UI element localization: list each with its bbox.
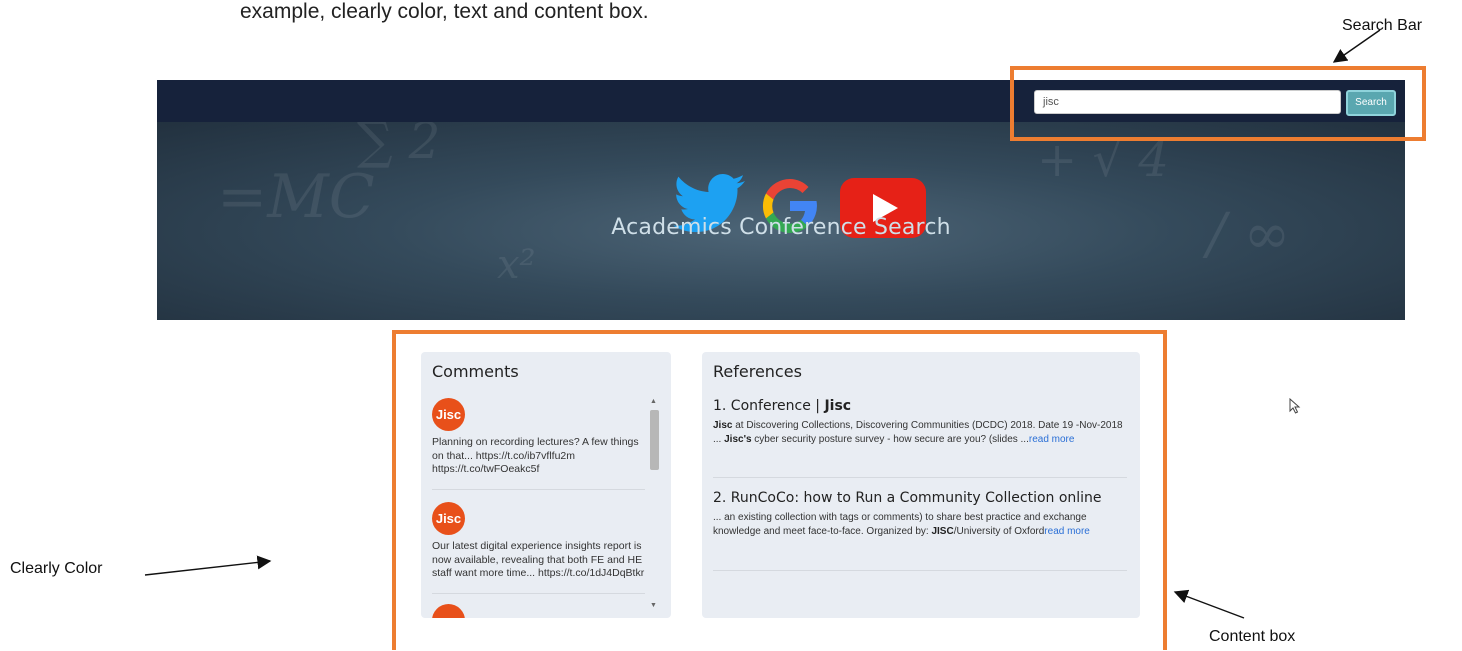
clearly-color-arrow: [144, 555, 272, 576]
content-box-arrow: [1173, 589, 1245, 619]
annotation-arrows: [144, 29, 1381, 619]
search-bar-arrow: [1332, 29, 1381, 63]
